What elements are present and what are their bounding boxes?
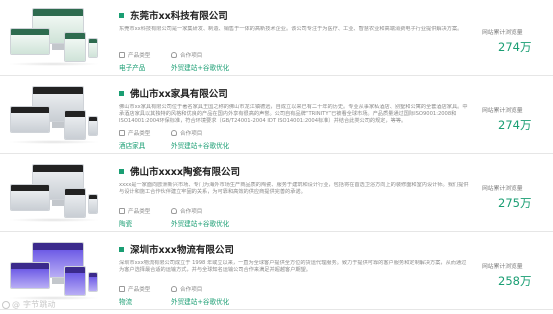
company-name[interactable]: 佛山市xx家具有限公司 — [130, 86, 228, 100]
phone-screen — [88, 116, 98, 136]
product-type-value: 电子产品 — [119, 64, 146, 72]
page-views-value: 274万 — [498, 118, 532, 132]
website-mockup-image[interactable] — [6, 6, 100, 70]
monitor-stand — [52, 44, 64, 50]
product-icon — [119, 129, 125, 136]
company-description: 佛山市xx家具有限公司位于著名家具王国之称的佛山市龙江镇德远，自成立以来已有二十… — [119, 104, 468, 124]
mockup-shadow — [8, 62, 100, 66]
company-name[interactable]: 东莞市xx科技有限公司 — [130, 8, 228, 22]
case-meta: 产品类型 物流 合作项目 外贸建站+谷歌优化 — [119, 284, 359, 306]
cooperation-label: 合作项目 — [180, 208, 203, 215]
page-views-label: 网站累计浏览量 — [482, 30, 523, 36]
product-type-label: 产品类型 — [128, 130, 151, 137]
tablet-screen — [64, 32, 86, 62]
watermark: @ 字节跳动 — [2, 299, 56, 310]
phone-screen — [88, 272, 98, 292]
cooperation-label: 合作项目 — [180, 130, 203, 137]
page-views: 网站累计浏览量 274万 — [482, 105, 548, 133]
handshake-icon — [171, 285, 177, 292]
case-title[interactable]: 佛山市xxxx陶瓷有限公司 — [119, 164, 240, 178]
company-description: 深圳市xxx物流有限公司成立于 1998 年或立以来，一直为全球客户提供全方位的… — [119, 260, 467, 273]
page-views-label: 网站累计浏览量 — [482, 108, 523, 114]
page-views: 网站累计浏览量 275万 — [482, 183, 548, 211]
product-type-value: 陶瓷 — [119, 220, 133, 228]
product-icon — [119, 285, 125, 292]
case-card[interactable]: 深圳市xxx物流有限公司 深圳市xxx物流有限公司成立于 1998 年或立以来，… — [0, 234, 553, 310]
product-type: 产品类型 陶瓷 — [119, 206, 150, 228]
page-views-label: 网站累计浏览量 — [482, 264, 523, 270]
laptop-screen — [10, 28, 50, 55]
phone-screen — [88, 38, 98, 58]
cooperation-value: 外贸建站+谷歌优化 — [171, 142, 230, 150]
page-views: 网站累计浏览量 274万 — [482, 27, 548, 55]
cooperation-project: 合作项目 外贸建站+谷歌优化 — [171, 284, 229, 306]
tablet-screen — [64, 188, 86, 218]
cooperation-project: 合作项目 外贸建站+谷歌优化 — [171, 128, 229, 150]
cooperation-value: 外贸建站+谷歌优化 — [171, 220, 230, 228]
company-name[interactable]: 佛山市xxxx陶瓷有限公司 — [130, 164, 240, 178]
product-type-value: 酒店家具 — [119, 142, 146, 150]
case-title[interactable]: 佛山市xx家具有限公司 — [119, 86, 228, 100]
title-marker-icon — [119, 168, 124, 174]
case-card[interactable]: 佛山市xxxx陶瓷有限公司 xxxx是一家面向欧洲新兴市场、专门为海外市场生产商… — [0, 156, 553, 232]
page-views: 网站累计浏览量 258万 — [482, 261, 548, 289]
product-icon — [119, 207, 125, 214]
page-views-value: 274万 — [498, 40, 532, 54]
cooperation-label: 合作项目 — [180, 52, 203, 59]
title-marker-icon — [119, 90, 124, 96]
company-name[interactable]: 深圳市xxx物流有限公司 — [130, 242, 234, 256]
cooperation-value: 外贸建站+谷歌优化 — [171, 64, 230, 72]
case-title[interactable]: 东莞市xx科技有限公司 — [119, 8, 228, 22]
handshake-icon — [171, 129, 177, 136]
mockup-shadow — [8, 140, 100, 144]
watermark-logo-icon — [2, 300, 10, 309]
company-description: 东莞市xx科技有限公司是一家集研发、制造、销售于一体的高新技术企业。该公司专注于… — [119, 26, 463, 32]
company-description: xxxx是一家面向欧洲新兴市场、专门为海外市场生产商品质的陶瓷、服务于建筑和设计… — [119, 182, 469, 195]
cooperation-label: 合作项目 — [180, 286, 203, 293]
laptop-screen — [10, 106, 50, 133]
product-type-label: 产品类型 — [128, 208, 151, 215]
case-card[interactable]: 东莞市xx科技有限公司 东莞市xx科技有限公司是一家集研发、制造、销售于一体的高… — [0, 0, 553, 76]
monitor-stand — [52, 122, 64, 128]
page-views-label: 网站累计浏览量 — [482, 186, 523, 192]
case-meta: 产品类型 陶瓷 合作项目 外贸建站+谷歌优化 — [119, 206, 359, 228]
handshake-icon — [171, 207, 177, 214]
product-type-label: 产品类型 — [128, 52, 151, 59]
case-card[interactable]: 佛山市xx家具有限公司 佛山市xx家具有限公司位于著名家具王国之称的佛山市龙江镇… — [0, 78, 553, 154]
product-type-value: 物流 — [119, 298, 133, 306]
title-marker-icon — [119, 12, 124, 18]
product-type: 产品类型 电子产品 — [119, 50, 150, 72]
laptop-screen — [10, 262, 50, 289]
website-mockup-image[interactable] — [6, 84, 100, 148]
cooperation-project: 合作项目 外贸建站+谷歌优化 — [171, 50, 229, 72]
tablet-screen — [64, 266, 86, 296]
monitor-stand — [52, 200, 64, 206]
case-list: 东莞市xx科技有限公司 东莞市xx科技有限公司是一家集研发、制造、销售于一体的高… — [0, 0, 553, 314]
page-views-value: 258万 — [498, 274, 532, 288]
cooperation-project: 合作项目 外贸建站+谷歌优化 — [171, 206, 229, 228]
case-meta: 产品类型 酒店家具 合作项目 外贸建站+谷歌优化 — [119, 128, 359, 150]
product-type: 产品类型 酒店家具 — [119, 128, 150, 150]
watermark-text: @ 字节跳动 — [12, 300, 56, 309]
phone-screen — [88, 194, 98, 214]
page-views-value: 275万 — [498, 196, 532, 210]
website-mockup-image[interactable] — [6, 240, 100, 304]
mockup-shadow — [8, 218, 100, 222]
laptop-screen — [10, 184, 50, 211]
case-title[interactable]: 深圳市xxx物流有限公司 — [119, 242, 234, 256]
case-meta: 产品类型 电子产品 合作项目 外贸建站+谷歌优化 — [119, 50, 359, 72]
product-type: 产品类型 物流 — [119, 284, 150, 306]
tablet-screen — [64, 110, 86, 140]
website-mockup-image[interactable] — [6, 162, 100, 226]
cooperation-value: 外贸建站+谷歌优化 — [171, 298, 230, 306]
title-marker-icon — [119, 246, 124, 252]
monitor-stand — [52, 278, 64, 284]
product-icon — [119, 51, 125, 58]
product-type-label: 产品类型 — [128, 286, 151, 293]
handshake-icon — [171, 51, 177, 58]
